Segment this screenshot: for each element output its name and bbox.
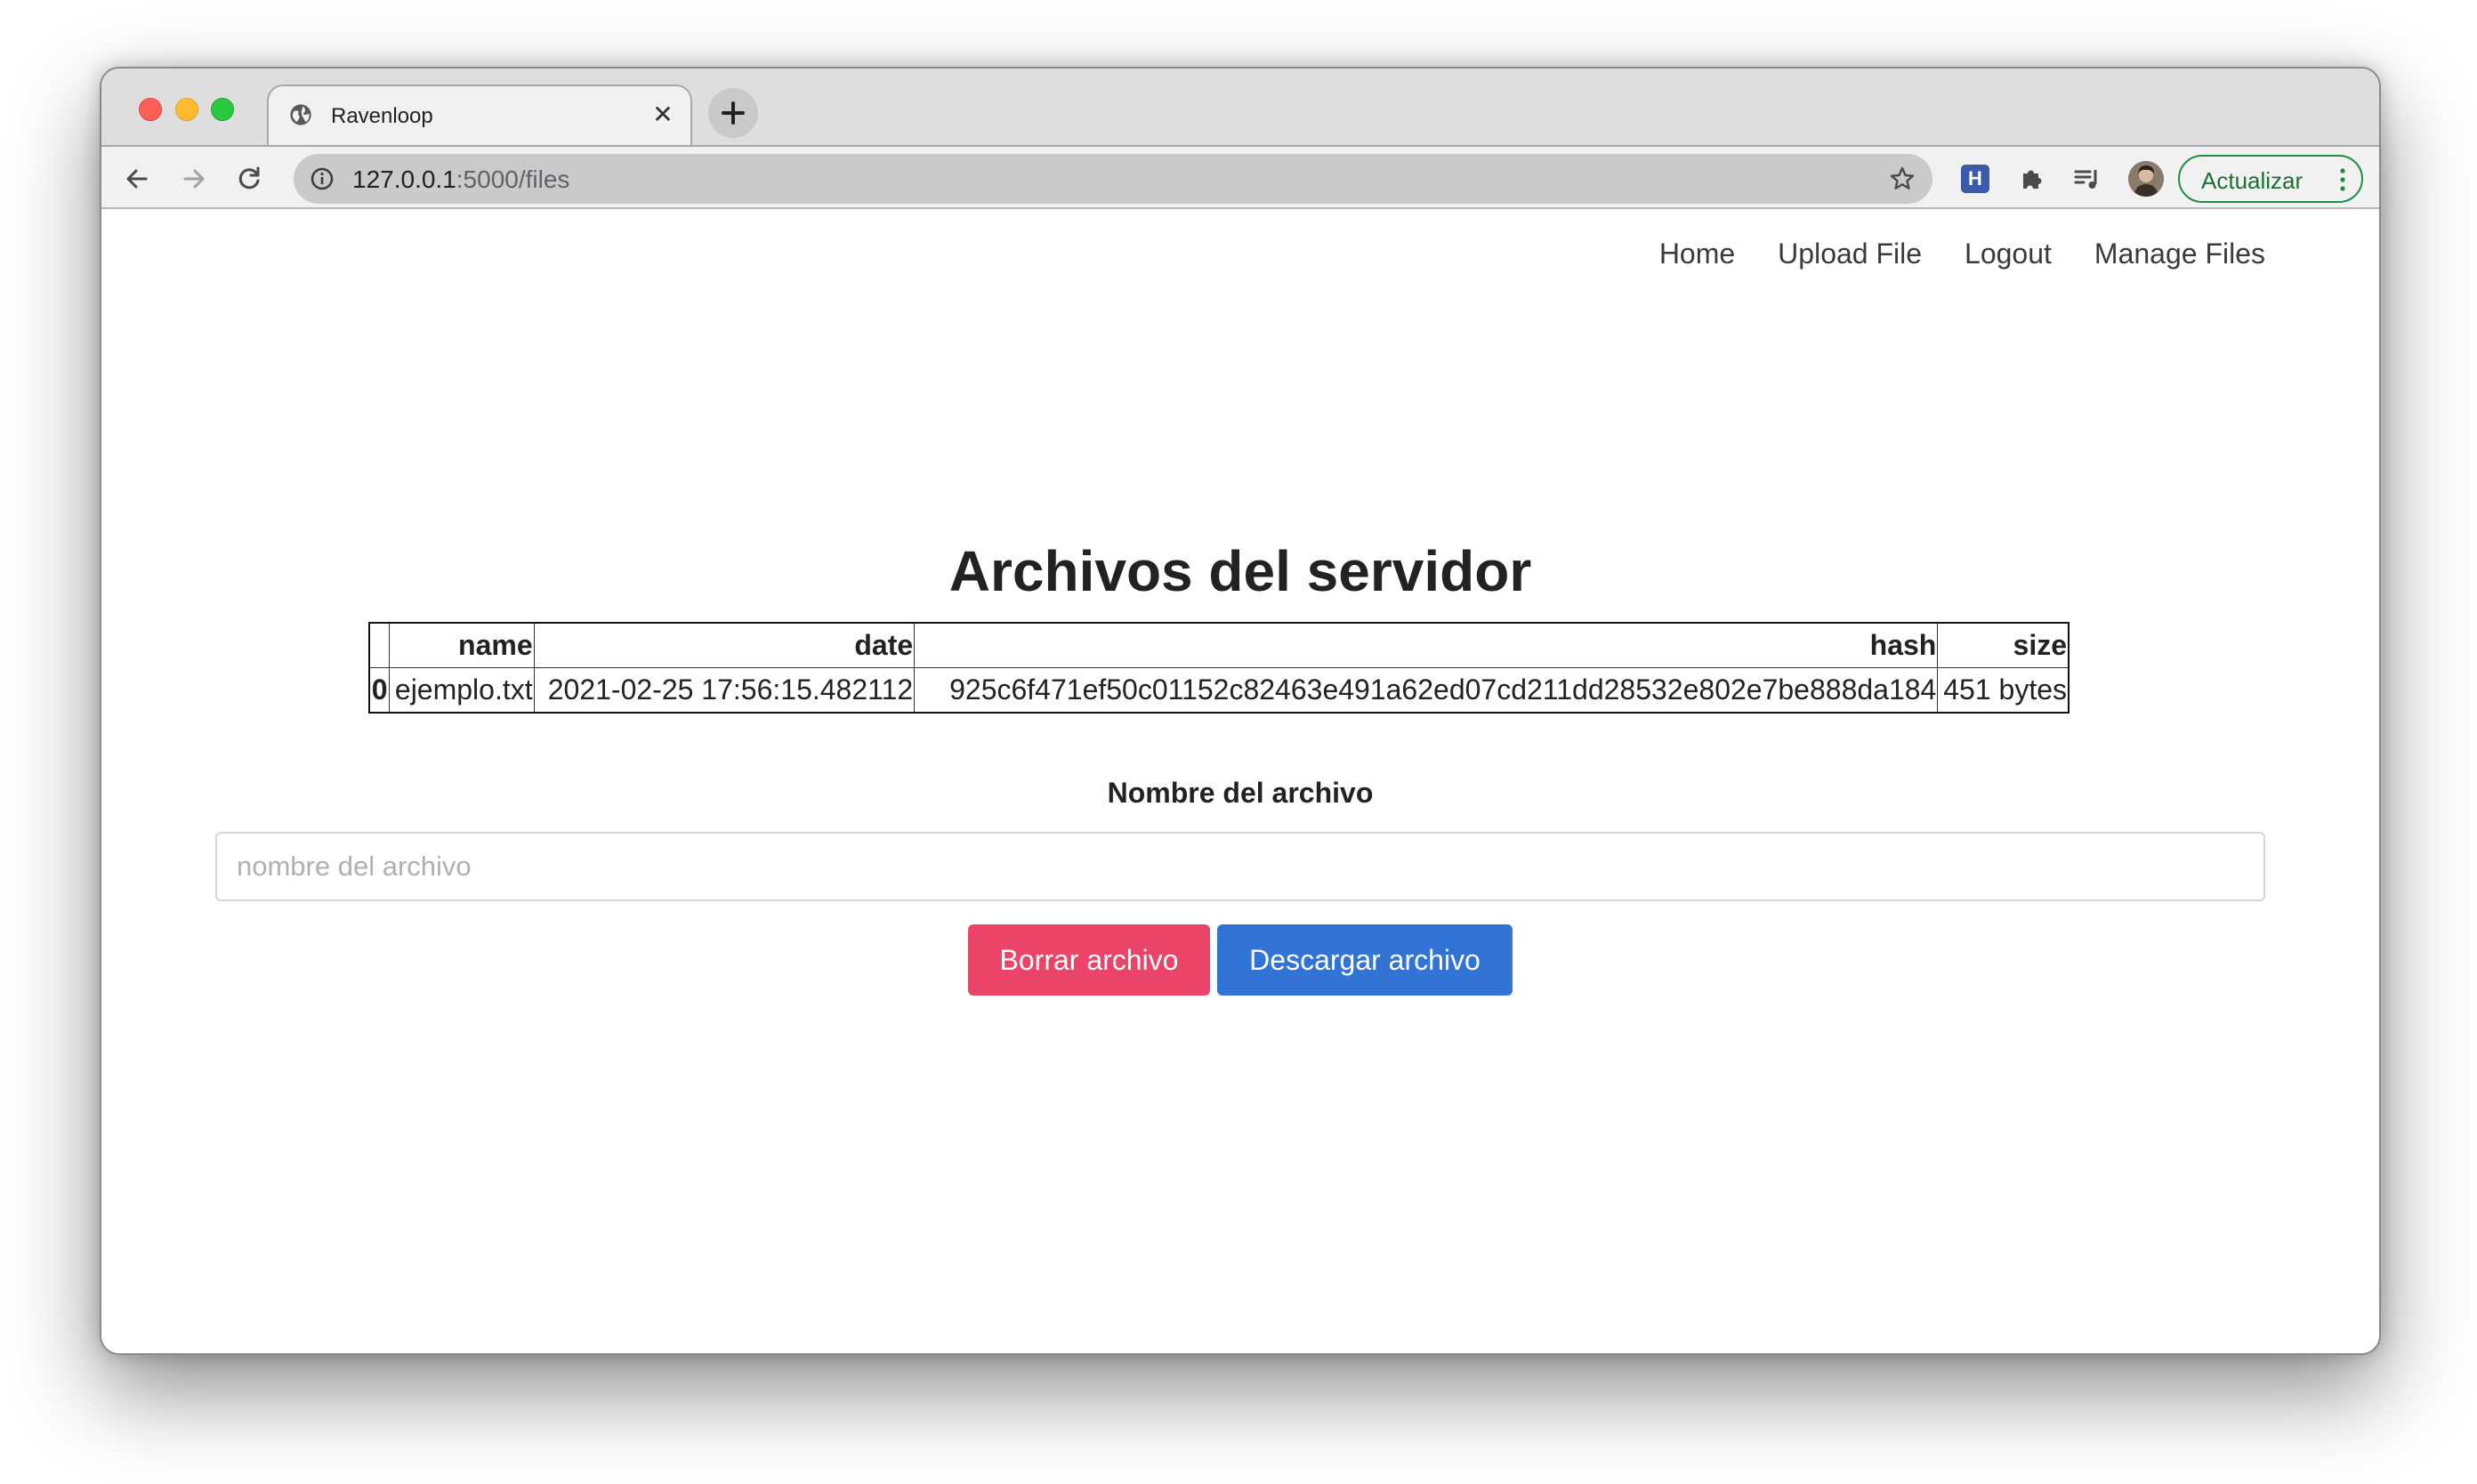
column-header-index <box>368 622 390 668</box>
nav-upload-file-link[interactable]: Upload File <box>1778 238 1922 270</box>
close-window-button[interactable] <box>139 98 162 121</box>
avatar-image <box>2128 161 2164 197</box>
column-header-hash: hash <box>914 622 1939 668</box>
table-header-row: name date hash size <box>368 622 2070 668</box>
browser-window: Ravenloop ✕ 127.0.0.1:5000/files H Actua… <box>100 67 2381 1355</box>
back-arrow-icon[interactable] <box>121 163 153 195</box>
cell-name: ejemplo.txt <box>388 667 535 714</box>
new-tab-button[interactable] <box>708 88 758 138</box>
cell-size: 451 bytes <box>1937 667 2070 714</box>
nav-home-link[interactable]: Home <box>1659 238 1735 270</box>
info-icon[interactable] <box>310 166 335 191</box>
column-header-size: size <box>1937 622 2070 668</box>
delete-file-button[interactable]: Borrar archivo <box>968 924 1210 996</box>
url-text[interactable]: 127.0.0.1:5000/files <box>352 165 569 194</box>
page-content: Home Upload File Logout Manage Files Arc… <box>101 209 2379 1353</box>
filename-label: Nombre del archivo <box>1107 777 1374 809</box>
extension-h-button[interactable]: H <box>1961 165 1989 193</box>
reload-icon[interactable] <box>233 163 265 195</box>
nav-manage-files-link[interactable]: Manage Files <box>2094 238 2265 270</box>
puzzle-icon[interactable] <box>2016 163 2048 195</box>
top-nav: Home Upload File Logout Manage Files <box>1659 238 2265 270</box>
zoom-window-button[interactable] <box>211 98 234 121</box>
cell-index: 0 <box>368 667 390 714</box>
column-header-name: name <box>388 622 535 668</box>
cell-hash: 925c6f471ef50c01152c82463e491a62ed07cd21… <box>914 667 1939 714</box>
nav-logout-link[interactable]: Logout <box>1965 238 2052 270</box>
close-icon[interactable]: ✕ <box>650 101 676 128</box>
table-row: 0 ejemplo.txt 2021-02-25 17:56:15.482112… <box>368 667 2070 714</box>
browser-tab[interactable]: Ravenloop ✕ <box>267 85 692 145</box>
address-bar[interactable]: 127.0.0.1:5000/files <box>294 154 1932 204</box>
browser-toolbar: 127.0.0.1:5000/files H Actualizar <box>101 145 2379 209</box>
tab-title: Ravenloop <box>331 104 433 128</box>
minimize-window-button[interactable] <box>175 98 198 121</box>
more-vert-icon <box>2340 168 2345 191</box>
page-title: Archivos del servidor <box>948 539 1532 603</box>
star-icon[interactable] <box>1888 165 1916 193</box>
url-path: :5000/files <box>456 165 570 193</box>
filename-input[interactable] <box>215 832 2265 901</box>
download-file-button[interactable]: Descargar archivo <box>1217 924 1513 996</box>
tab-strip: Ravenloop ✕ <box>101 69 2379 145</box>
url-host: 127.0.0.1 <box>352 165 456 193</box>
forward-arrow-icon[interactable] <box>178 163 210 195</box>
media-queue-icon[interactable] <box>2071 163 2103 195</box>
plus-icon <box>722 101 745 125</box>
cell-date: 2021-02-25 17:56:15.482112 <box>533 667 916 714</box>
column-header-date: date <box>533 622 916 668</box>
update-label: Actualizar <box>2201 167 2304 194</box>
files-table: name date hash size 0 ejemplo.txt 2021-0… <box>368 622 2070 714</box>
profile-avatar[interactable] <box>2128 161 2164 197</box>
update-chrome-button[interactable]: Actualizar <box>2178 155 2363 203</box>
globe-icon <box>290 104 311 125</box>
